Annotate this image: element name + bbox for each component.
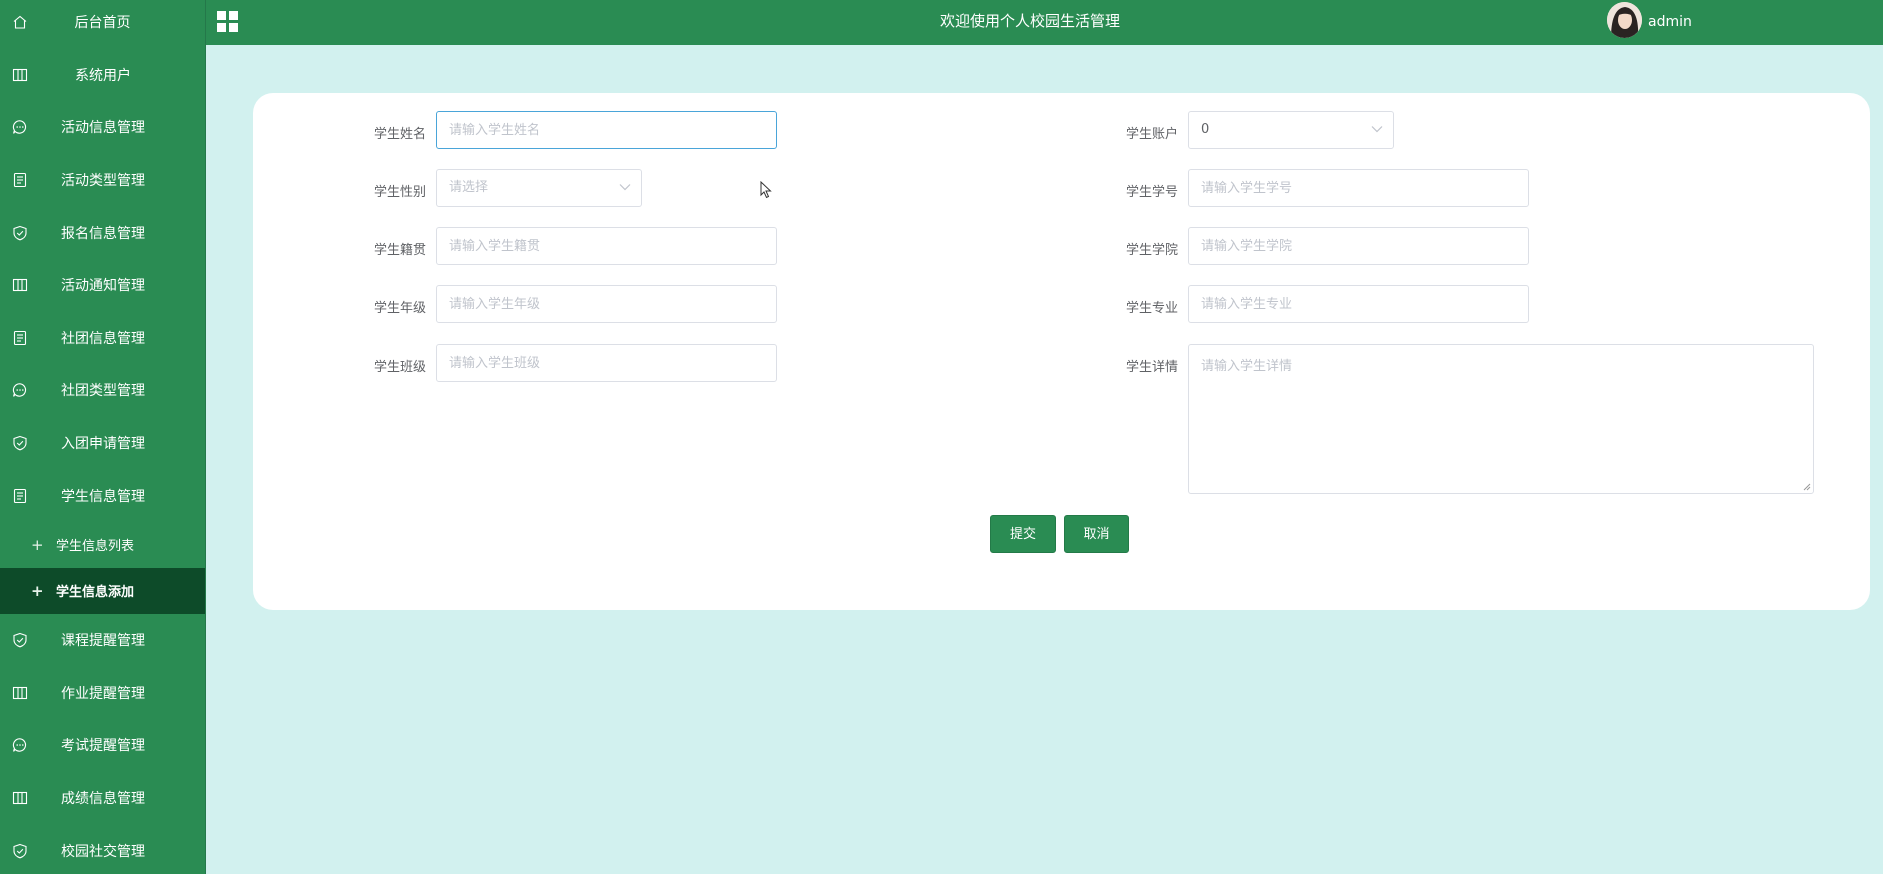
plus-icon: + bbox=[31, 535, 44, 554]
college-label: 学生学院 bbox=[1125, 243, 1178, 258]
sidebar-item-activity-notice[interactable]: 活动通知管理 bbox=[0, 259, 205, 312]
student-form-card: 学生姓名 学生性别 请选择 学生籍贯 学生年级 学生班级 学生账户 0 学生学号… bbox=[253, 93, 1870, 610]
sidebar-item-system-users[interactable]: 系统用户 bbox=[0, 49, 205, 102]
top-bar: 欢迎使用个人校园生活管理 admin bbox=[206, 0, 1883, 45]
gender-label: 学生性别 bbox=[373, 185, 426, 200]
class-label: 学生班级 bbox=[373, 360, 426, 375]
sidebar-item-label: 入团申请管理 bbox=[61, 436, 145, 453]
sidebar-item-label: 考试提醒管理 bbox=[61, 738, 145, 755]
sidebar-subitem-student-add[interactable]: + 学生信息添加 bbox=[0, 567, 205, 614]
sidebar-item-label: 成绩信息管理 bbox=[61, 791, 145, 808]
student-class-input[interactable] bbox=[436, 344, 777, 382]
sidebar-item-label: 社团信息管理 bbox=[61, 330, 145, 347]
sidebar-item-label: 社团类型管理 bbox=[61, 383, 145, 400]
student-hometown-input[interactable] bbox=[436, 227, 777, 265]
sidebar-item-label: 作业提醒管理 bbox=[61, 685, 145, 702]
sidebar-subitem-student-list[interactable]: + 学生信息列表 bbox=[0, 522, 205, 568]
account-select[interactable]: 0 bbox=[1188, 111, 1394, 149]
gender-select[interactable]: 请选择 bbox=[436, 169, 642, 207]
sidebar-item-grades[interactable]: 成绩信息管理 bbox=[0, 772, 205, 825]
student-name-input[interactable] bbox=[436, 111, 777, 149]
sidebar: 后台首页 系统用户 活动信息管理 活动类型管理 报名信息管理 活动通知管理 社团… bbox=[0, 0, 206, 874]
student-detail-textarea[interactable] bbox=[1188, 344, 1814, 494]
name-label: 学生姓名 bbox=[373, 127, 426, 142]
sidebar-item-label: 活动通知管理 bbox=[61, 278, 145, 295]
sidebar-item-club-info[interactable]: 社团信息管理 bbox=[0, 312, 205, 365]
student-college-input[interactable] bbox=[1188, 227, 1529, 265]
mouse-cursor-icon bbox=[760, 181, 772, 199]
chevron-down-icon bbox=[619, 184, 631, 191]
sidebar-item-join-application[interactable]: 入团申请管理 bbox=[0, 417, 205, 470]
sidebar-item-label: 课程提醒管理 bbox=[61, 633, 145, 650]
grade-label: 学生年级 bbox=[373, 301, 426, 316]
sidebar-item-registration[interactable]: 报名信息管理 bbox=[0, 206, 205, 259]
sidebar-item-campus-social[interactable]: 校园社交管理 bbox=[0, 824, 205, 874]
sidebar-item-homework-reminder[interactable]: 作业提醒管理 bbox=[0, 667, 205, 720]
sidebar-subitem-label: 学生信息列表 bbox=[56, 539, 135, 555]
detail-label: 学生详情 bbox=[1125, 360, 1178, 375]
submit-button[interactable]: 提交 bbox=[990, 515, 1056, 553]
chevron-down-icon bbox=[1371, 126, 1383, 133]
sidebar-item-exam-reminder[interactable]: 考试提醒管理 bbox=[0, 719, 205, 772]
sidebar-item-student-info[interactable]: 学生信息管理 bbox=[0, 469, 205, 522]
resize-grip-icon[interactable] bbox=[1803, 483, 1811, 491]
student-no-label: 学生学号 bbox=[1125, 185, 1178, 200]
sidebar-item-activity-type[interactable]: 活动类型管理 bbox=[0, 154, 205, 207]
sidebar-item-course-reminder[interactable]: 课程提醒管理 bbox=[0, 614, 205, 667]
sidebar-item-label: 报名信息管理 bbox=[61, 225, 145, 242]
student-no-input[interactable] bbox=[1188, 169, 1529, 207]
sidebar-item-label: 系统用户 bbox=[75, 67, 131, 84]
sidebar-item-label: 活动信息管理 bbox=[61, 120, 145, 137]
gender-select-placeholder: 请选择 bbox=[449, 180, 489, 195]
account-select-value: 0 bbox=[1201, 122, 1210, 137]
sidebar-subitem-label: 学生信息添加 bbox=[56, 585, 135, 601]
sidebar-item-home[interactable]: 后台首页 bbox=[0, 0, 205, 49]
student-grade-input[interactable] bbox=[436, 285, 777, 323]
username[interactable]: admin bbox=[1648, 0, 1692, 44]
major-label: 学生专业 bbox=[1125, 301, 1178, 316]
cancel-button[interactable]: 取消 bbox=[1064, 515, 1129, 553]
plus-icon: + bbox=[31, 581, 44, 600]
sidebar-item-label: 校园社交管理 bbox=[61, 843, 145, 860]
sidebar-item-label: 活动类型管理 bbox=[61, 173, 145, 190]
sidebar-item-label: 学生信息管理 bbox=[61, 488, 145, 505]
hometown-label: 学生籍贯 bbox=[373, 243, 426, 258]
account-label: 学生账户 bbox=[1125, 127, 1178, 142]
student-major-input[interactable] bbox=[1188, 285, 1529, 323]
sidebar-item-club-type[interactable]: 社团类型管理 bbox=[0, 364, 205, 417]
avatar[interactable] bbox=[1607, 2, 1642, 38]
sidebar-item-label: 后台首页 bbox=[74, 15, 131, 32]
sidebar-item-activity-info[interactable]: 活动信息管理 bbox=[0, 101, 205, 154]
